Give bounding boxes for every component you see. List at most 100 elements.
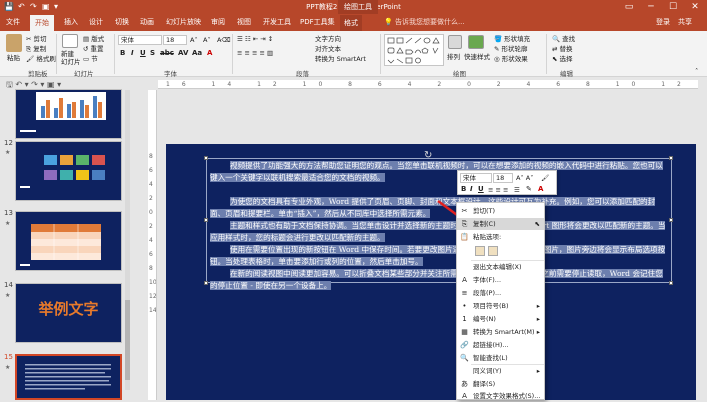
reset-button[interactable]: ↺ 重置 <box>83 45 104 53</box>
arrange-button[interactable]: 排列 <box>447 53 460 61</box>
bullets-icon[interactable]: ☰ ☷ ⇤ ⇥ ↕ <box>237 35 273 43</box>
close-button[interactable]: ✕ <box>684 0 706 14</box>
mini-size-combo[interactable]: 18 <box>493 173 513 183</box>
italic-icon[interactable]: I <box>131 49 134 57</box>
menu-item-hyperlink[interactable]: 🔗 超链接(H)... <box>457 339 544 351</box>
mini-bold-icon[interactable]: B <box>461 185 466 193</box>
shape-effects-button[interactable]: ◎ 形状效果 <box>494 55 528 63</box>
menu-item-synonyms[interactable]: 同义词(Y) ▸ <box>457 365 544 377</box>
align-text-button[interactable]: 对齐文本 <box>315 45 341 53</box>
char-spacing-icon[interactable]: AV <box>178 49 188 57</box>
mini-format-painter-icon[interactable]: 🖌 <box>541 174 549 182</box>
tab-review[interactable]: 审阅 <box>211 17 225 27</box>
tab-transitions[interactable]: 切换 <box>115 17 129 27</box>
copy-button[interactable]: ⎘ 复制 <box>26 45 46 53</box>
text-direction-button[interactable]: 文字方向 <box>315 35 341 43</box>
slide-thumbnail-13[interactable] <box>15 211 122 271</box>
slide-canvas[interactable]: ↻ 视频提供了功能强大的方法帮助您证明您的观点。当您单击联机视频时，可以在想要添… <box>166 144 696 400</box>
tab-animations[interactable]: 动画 <box>140 17 154 27</box>
font-size-combo[interactable]: 18 <box>163 35 187 45</box>
menu-item-numbering[interactable]: 1 编号(N) ▸ <box>457 313 544 325</box>
menu-item-text-effects[interactable]: A 设置文字效果格式(S)... <box>457 390 544 402</box>
slide-thumbnail-14[interactable]: 举例文字 <box>15 283 122 343</box>
mini-bullets-icon[interactable]: ☰ <box>514 186 520 194</box>
maximize-button[interactable]: ☐ <box>662 0 684 14</box>
tab-pdf-tools[interactable]: PDF工具集 <box>300 17 335 27</box>
clear-format-icon[interactable]: A⌫ <box>217 36 231 44</box>
scrollbar-thumb[interactable] <box>125 300 130 380</box>
slide-thumbnail-12[interactable] <box>15 141 122 201</box>
mini-font-color-icon[interactable]: A <box>538 185 543 193</box>
grow-font-icon[interactable]: A˄ <box>190 36 198 44</box>
layout-button[interactable]: ▤ 版式 <box>83 35 104 43</box>
minimize-button[interactable]: ─ <box>640 0 662 14</box>
change-case-icon[interactable]: Aa <box>192 49 202 57</box>
tab-design[interactable]: 设计 <box>89 17 103 27</box>
slide-thumbnail-11[interactable] <box>15 89 122 139</box>
format-painter-button[interactable]: 🖌 格式刷 <box>26 55 56 63</box>
menu-item-cut[interactable]: ✂ 剪切(T) <box>457 205 544 217</box>
resize-handle[interactable] <box>204 156 208 160</box>
font-name-combo[interactable]: 宋体 <box>118 35 162 45</box>
mini-font-combo[interactable]: 宋体 <box>460 173 492 183</box>
shapes-gallery[interactable] <box>384 34 444 66</box>
ribbon-options-icon[interactable]: ▭ <box>618 0 640 14</box>
numbering-icon: 1 <box>462 315 467 323</box>
menu-item-font[interactable]: A 字体(F)... <box>457 274 544 286</box>
tab-slideshow[interactable]: 幻灯片放映 <box>166 17 201 27</box>
paste-button[interactable]: 粘贴 <box>7 54 20 62</box>
shrink-font-icon[interactable]: A˅ <box>203 36 211 44</box>
new-slide-icon[interactable] <box>62 34 78 48</box>
mini-underline-icon[interactable]: U <box>478 185 484 193</box>
quick-styles-button[interactable]: 快速样式 <box>464 53 490 61</box>
quick-styles-icon[interactable] <box>468 35 484 49</box>
menu-item-copy[interactable]: ⎘ 复制(C) ⬉ <box>457 218 544 230</box>
slide-thumbnail-15[interactable] <box>15 354 122 400</box>
menu-item-bullets[interactable]: • 项目符号(B) ▸ <box>457 300 544 312</box>
shadow-icon[interactable]: S <box>150 49 155 57</box>
select-button[interactable]: ⬉ 选择 <box>552 55 573 63</box>
search-icon: 🔍 <box>552 35 561 43</box>
menu-item-smartart[interactable]: ▦ 转换为 SmartArt(M) ▸ <box>457 326 544 338</box>
menu-item-smart-lookup[interactable]: 🔍 智能查找(L) <box>457 352 544 364</box>
cut-button[interactable]: ✂ 剪切 <box>26 35 47 43</box>
replace-button[interactable]: ⇄ 替换 <box>552 45 573 53</box>
shape-outline-button[interactable]: ✎ 形状轮廓 <box>494 45 528 53</box>
paste-keep-format-icon[interactable] <box>475 246 485 256</box>
bold-icon[interactable]: B <box>120 49 125 57</box>
shape-fill-button[interactable]: 🪣 形状填充 <box>494 35 530 43</box>
new-slide-button[interactable]: 新建 幻灯片 <box>61 50 81 66</box>
arrange-icon[interactable] <box>448 35 462 49</box>
tab-format[interactable]: 格式 <box>340 15 362 31</box>
tab-view[interactable]: 视图 <box>237 17 251 27</box>
thumbnail-scrollbar[interactable] <box>125 90 130 390</box>
tell-me-box[interactable]: 💡 告诉我您想要做什么... <box>384 17 494 28</box>
align-icons[interactable]: ≡ ≡ ≡ ≡ ▥ <box>237 49 273 57</box>
section-button[interactable]: ▭ 节 <box>83 55 98 63</box>
mini-toolbar: 宋体 18 A˄ A˅ 🖌 B I U ≡ ≡ ≡ ☰ ✎ A <box>457 170 557 195</box>
paste-icon[interactable] <box>6 34 22 52</box>
tab-home[interactable]: 开始 <box>30 15 54 31</box>
mini-align-icons[interactable]: ≡ ≡ ≡ <box>488 186 508 194</box>
right-scrollbar[interactable] <box>699 77 707 400</box>
mini-italic-icon[interactable]: I <box>470 185 473 193</box>
find-button[interactable]: 🔍 查找 <box>552 35 575 43</box>
font-color-icon[interactable]: A <box>207 49 212 57</box>
paste-text-only-icon[interactable] <box>488 246 498 256</box>
strikethrough-icon[interactable]: abc <box>160 49 174 57</box>
share-button[interactable]: 共享 <box>678 17 692 27</box>
resize-handle[interactable] <box>204 281 208 285</box>
tab-file[interactable]: 文件 <box>6 17 20 27</box>
login-link[interactable]: 登录 <box>656 17 670 27</box>
mini-grow-shrink-icons[interactable]: A˄ A˅ <box>516 174 533 182</box>
smartart-button[interactable]: 转换为 SmartArt <box>315 55 366 63</box>
mini-highlight-icon[interactable]: ✎ <box>526 185 532 193</box>
tab-developer[interactable]: 开发工具 <box>263 17 291 27</box>
menu-item-paragraph[interactable]: ≡ 段落(P)... <box>457 287 544 299</box>
resize-handle[interactable] <box>204 218 208 222</box>
menu-item-translate[interactable]: あ翻译(S) <box>457 378 544 390</box>
tab-insert[interactable]: 插入 <box>64 17 78 27</box>
collapse-ribbon-icon[interactable]: ˄ <box>695 67 698 75</box>
underline-icon[interactable]: U <box>140 49 146 57</box>
menu-item-exit-edit[interactable]: 退出文本编辑(X) <box>457 261 544 273</box>
